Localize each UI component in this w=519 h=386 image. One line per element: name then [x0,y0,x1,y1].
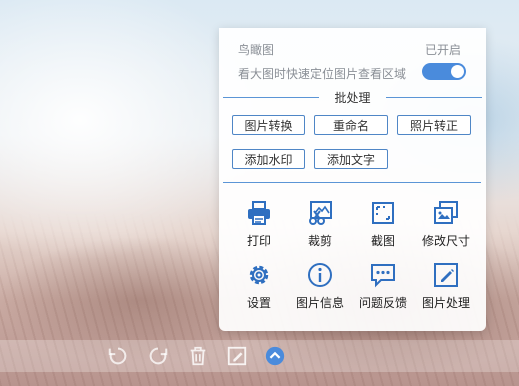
rename-button[interactable]: 重命名 [314,115,388,135]
image-convert-button[interactable]: 图片转换 [232,115,305,135]
bird-view-status: 已开启 [424,43,461,57]
rotate-left-button[interactable] [106,344,130,368]
screenshot-icon [372,202,394,224]
section-divider [223,182,481,183]
rotate-right-button[interactable] [146,344,170,368]
bird-view-label: 鸟瞰图 [238,43,275,57]
image-edit-label: 图片处理 [421,296,470,310]
delete-button[interactable] [186,344,210,368]
feedback-tool[interactable]: 问题反馈 [355,261,411,311]
toggle-knob [451,65,464,78]
rotate-right-icon [149,347,168,365]
edit-icon [227,346,247,366]
print-tool[interactable]: 打印 [231,199,287,249]
resize-icon [434,201,458,224]
add-text-button[interactable]: 添加文字 [314,149,388,169]
edit-icon [434,263,458,287]
feedback-label: 问题反馈 [358,296,407,310]
rotate-left-icon [108,347,127,365]
bird-view-toggle[interactable] [422,63,466,80]
feedback-icon [371,264,395,288]
screenshot-tool[interactable]: 截图 [355,199,411,249]
delete-icon [190,346,206,366]
printer-icon [248,201,270,225]
batch-section-title: 批处理 [334,91,371,105]
resize-tool[interactable]: 修改尺寸 [418,199,474,249]
resize-label: 修改尺寸 [421,234,470,248]
gear-icon [249,265,269,285]
image-info-label: 图片信息 [295,296,344,310]
more-icon [265,346,285,366]
bird-view-description: 看大图时快速定位图片查看区域 [238,67,407,81]
crop-tool[interactable]: 裁剪 [292,199,348,249]
bottom-toolbar [0,340,519,372]
edit-image-button[interactable] [225,344,249,368]
more-menu-panel: 鸟瞰图 已开启 看大图时快速定位图片查看区域 批处理 图片转换 重命名 照片转正… [219,28,486,331]
info-icon [308,263,332,287]
settings-tool[interactable]: 设置 [231,261,287,311]
add-watermark-button[interactable]: 添加水印 [232,149,305,169]
screenshot-label: 截图 [370,234,395,248]
settings-label: 设置 [246,296,271,310]
print-label: 打印 [246,234,271,248]
crop-label: 裁剪 [307,234,332,248]
image-edit-tool[interactable]: 图片处理 [418,261,474,311]
straighten-photo-button[interactable]: 照片转正 [397,115,471,135]
crop-icon [309,201,332,225]
more-button[interactable] [263,344,287,368]
image-info-tool[interactable]: 图片信息 [292,261,348,311]
